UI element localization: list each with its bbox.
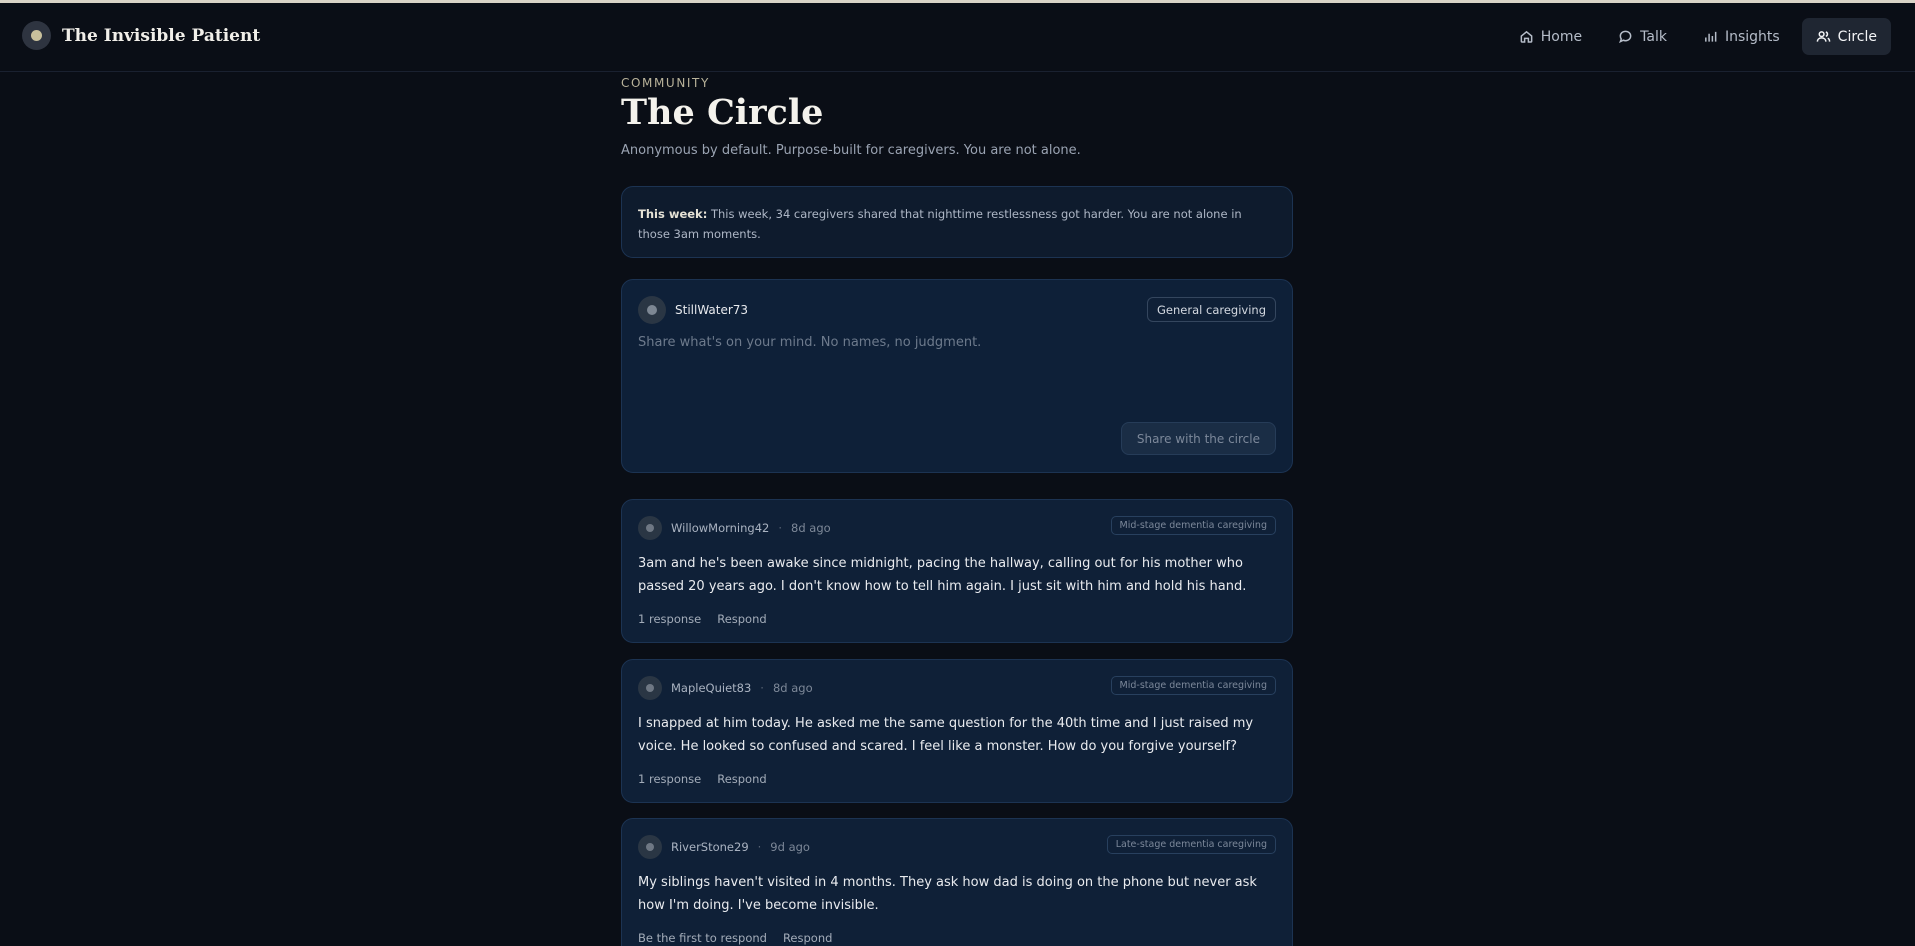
post-header: MapleQuiet83 · 8d ago bbox=[638, 676, 813, 700]
post-input[interactable] bbox=[638, 335, 1278, 405]
composer-username: StillWater73 bbox=[675, 303, 749, 317]
nav-home[interactable]: Home bbox=[1505, 18, 1596, 55]
nav-insights[interactable]: Insights bbox=[1689, 18, 1794, 55]
page-eyebrow: COMMUNITY bbox=[621, 76, 710, 90]
post-header: RiverStone29 · 9d ago bbox=[638, 835, 810, 859]
avatar bbox=[638, 296, 666, 324]
notice-label: This week: bbox=[638, 207, 708, 221]
post-tag: Late-stage dementia caregiving bbox=[1106, 835, 1276, 854]
post-card: RiverStone29 · 9d ago Late-stage dementi… bbox=[621, 818, 1293, 946]
nav-home-label: Home bbox=[1540, 28, 1583, 45]
share-button[interactable]: Share with the circle bbox=[1120, 422, 1276, 455]
chat-bubble-icon bbox=[1619, 30, 1632, 44]
avatar bbox=[638, 835, 662, 859]
composer-user: StillWater73 bbox=[638, 296, 748, 324]
weekly-notice: This week: This week, 34 caregivers shar… bbox=[621, 186, 1293, 258]
app-header: The Invisible Patient Home Talk Insights… bbox=[0, 3, 1915, 72]
post-card: MapleQuiet83 · 8d ago Mid-stage dementia… bbox=[621, 659, 1293, 803]
page-title: The Circle bbox=[621, 92, 824, 133]
logo-icon bbox=[22, 21, 51, 50]
topic-select[interactable]: General caregiving bbox=[1147, 297, 1276, 322]
post-body: I snapped at him today. He asked me the … bbox=[638, 716, 1254, 754]
nav-insights-label: Insights bbox=[1724, 28, 1780, 45]
brand[interactable]: The Invisible Patient bbox=[22, 21, 260, 50]
respond-link[interactable]: Respond bbox=[717, 772, 766, 786]
post-time: 8d ago bbox=[791, 521, 831, 535]
nav-talk[interactable]: Talk bbox=[1604, 18, 1681, 55]
post-time: 8d ago bbox=[772, 681, 813, 695]
separator: · bbox=[778, 521, 782, 535]
post-username: WillowMorning42 bbox=[671, 521, 770, 535]
nav-circle-label: Circle bbox=[1837, 28, 1877, 45]
responses-link[interactable]: 1 response bbox=[638, 772, 701, 786]
nav-talk-label: Talk bbox=[1640, 28, 1667, 45]
post-time: 9d ago bbox=[770, 840, 810, 854]
post-body: 3am and he's been awake since midnight, … bbox=[638, 556, 1247, 594]
bar-chart-icon bbox=[1705, 31, 1717, 42]
post-footer: Be the first to respond Respond bbox=[638, 931, 832, 945]
page-subtitle: Anonymous by default. Purpose-built for … bbox=[621, 143, 1081, 158]
main-nav: Home Talk Insights Circle bbox=[1505, 18, 1891, 55]
post-composer: StillWater73 General caregiving Share wi… bbox=[621, 279, 1293, 473]
post-body: My siblings haven't visited in 4 months.… bbox=[638, 875, 1257, 913]
nav-circle[interactable]: Circle bbox=[1801, 18, 1891, 55]
app-title: The Invisible Patient bbox=[62, 25, 261, 46]
responses-link[interactable]: Be the first to respond bbox=[638, 931, 767, 945]
people-icon bbox=[1816, 31, 1831, 42]
post-username: MapleQuiet83 bbox=[671, 681, 752, 695]
notice-text: This week, 34 caregivers shared that nig… bbox=[638, 207, 1242, 241]
post-tag: Mid-stage dementia caregiving bbox=[1110, 676, 1276, 695]
separator: · bbox=[760, 681, 764, 695]
avatar bbox=[638, 516, 662, 540]
post-header: WillowMorning42 · 8d ago bbox=[638, 516, 831, 540]
post-footer: 1 response Respond bbox=[638, 612, 767, 626]
post-card: WillowMorning42 · 8d ago Mid-stage demen… bbox=[621, 499, 1293, 643]
home-icon bbox=[1520, 30, 1533, 43]
avatar bbox=[638, 676, 662, 700]
post-tag: Mid-stage dementia caregiving bbox=[1110, 516, 1276, 535]
separator: · bbox=[757, 840, 762, 854]
post-username: RiverStone29 bbox=[671, 840, 749, 854]
respond-link[interactable]: Respond bbox=[783, 931, 832, 945]
responses-link[interactable]: 1 response bbox=[638, 612, 701, 626]
post-footer: 1 response Respond bbox=[638, 772, 767, 786]
respond-link[interactable]: Respond bbox=[717, 612, 766, 626]
